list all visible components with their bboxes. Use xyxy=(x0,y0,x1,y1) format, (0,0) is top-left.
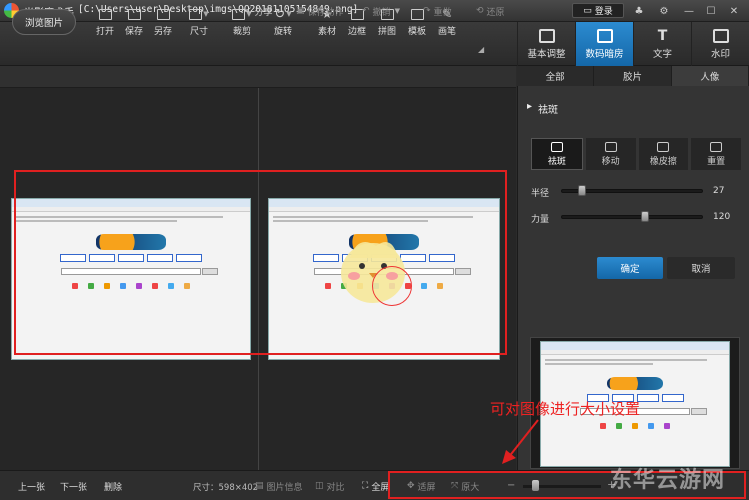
confirm-button[interactable]: 确定 xyxy=(597,257,663,279)
browse-images-button[interactable]: 浏览图片 xyxy=(12,9,76,35)
image-dimensions: 尺寸：598×402 xyxy=(193,483,259,493)
category-tabs: 全部 胶片 人像 xyxy=(517,66,749,86)
size-button[interactable]: ▼ 尺寸 xyxy=(184,4,214,40)
site-logo-icon xyxy=(96,234,166,250)
chevron-right-icon: ▸ xyxy=(527,101,533,112)
image-info-button[interactable]: ▤ 图片信息 xyxy=(255,478,303,494)
disk-icon xyxy=(127,8,141,20)
delete-button[interactable]: 删除 xyxy=(104,478,122,494)
open-button[interactable]: 打开 xyxy=(90,4,120,40)
monitor-icon: ▭ xyxy=(583,5,592,16)
camera-icon xyxy=(596,28,613,43)
minimize-icon[interactable]: — xyxy=(680,3,698,19)
login-button[interactable]: ▭ 登录 xyxy=(572,3,624,18)
radius-value: 27 xyxy=(713,186,725,196)
skin-icon[interactable]: ♣ xyxy=(630,3,648,19)
spot-brush-icon xyxy=(550,141,563,152)
chevron-down-icon: ▼ xyxy=(286,10,292,18)
spot-remove-button[interactable]: 祛斑 xyxy=(531,138,583,170)
reset-icon xyxy=(710,141,723,152)
chevron-down-icon: ▼ xyxy=(203,10,209,18)
share-button[interactable]: ≺ 分享 xyxy=(244,4,273,18)
original-image xyxy=(11,198,251,360)
radius-label: 半径 xyxy=(531,189,550,199)
zoom-slider-thumb[interactable] xyxy=(532,480,539,491)
tab-film[interactable]: 胶片 xyxy=(594,66,672,86)
original-size-icon: ⤧ xyxy=(451,481,459,491)
tab-all[interactable]: 全部 xyxy=(517,66,595,86)
redo-button[interactable]: ↷ 重做 xyxy=(423,4,452,18)
next-image-button[interactable]: 下一张 xyxy=(60,478,87,494)
tab-basic-adjust[interactable]: 基本调整 xyxy=(517,22,575,66)
save-button[interactable]: 保存 xyxy=(119,4,149,40)
tab-text[interactable]: T 文字 xyxy=(633,22,691,66)
move-icon xyxy=(604,141,617,152)
site-watermark: 东华云游网 xyxy=(610,468,726,493)
reset-button[interactable]: 重置 xyxy=(691,138,741,170)
settings-icon[interactable]: ⚙ xyxy=(655,3,673,19)
save-as-icon xyxy=(156,8,170,20)
restore-button[interactable]: ⟲ 还原 xyxy=(476,4,505,18)
save-action-icon: ▣ xyxy=(296,6,305,16)
action-bar xyxy=(0,66,516,88)
info-icon: ▤ xyxy=(255,481,264,491)
restore-icon: ⟲ xyxy=(476,6,484,16)
section-header[interactable]: ▸ 祛斑 xyxy=(527,101,558,116)
strength-slider-thumb[interactable] xyxy=(641,211,650,222)
save-action-button[interactable]: ▣ 保存动作 xyxy=(296,4,344,18)
move-button[interactable]: 移动 xyxy=(585,138,636,170)
chevron-down-icon: ▼ xyxy=(394,7,400,15)
undo-button[interactable]: ↶ 撤销 ▼ xyxy=(362,4,400,18)
share-icon: ≺ xyxy=(244,6,252,16)
folder-icon xyxy=(98,8,112,20)
eraser-icon xyxy=(657,141,670,152)
zoom-out-icon[interactable]: − xyxy=(507,480,515,491)
rotate-icon: ↻ xyxy=(274,6,286,22)
eraser-button[interactable]: 橡皮擦 xyxy=(638,138,689,170)
cancel-button[interactable]: 取消 xyxy=(667,257,735,279)
tab-digital-darkroom[interactable]: 数码暗房 xyxy=(575,22,633,66)
site-logo-icon xyxy=(607,377,663,390)
undo-icon: ↶ xyxy=(362,6,370,16)
strength-value: 120 xyxy=(713,212,731,222)
tab-watermark[interactable]: 水印 xyxy=(691,22,749,66)
strength-label: 力量 xyxy=(531,215,550,225)
strength-slider[interactable] xyxy=(561,211,703,222)
compare-button[interactable]: ◫ 对比 xyxy=(315,478,345,494)
section-title: 祛斑 xyxy=(538,105,559,116)
fit-icon: ✥ xyxy=(407,481,415,491)
radius-slider[interactable] xyxy=(561,185,703,196)
maximize-icon[interactable]: ☐ xyxy=(702,3,720,19)
resize-icon xyxy=(189,8,203,20)
text-icon: T xyxy=(657,27,668,44)
compare-icon: ◫ xyxy=(315,481,324,491)
watermark-icon xyxy=(712,28,729,43)
close-icon[interactable]: ✕ xyxy=(725,3,743,19)
fullscreen-icon: ⛶ xyxy=(362,481,369,491)
brush-cursor-circle xyxy=(372,266,412,306)
fit-screen-button[interactable]: ✥ 适屏 xyxy=(407,478,436,494)
compare-divider xyxy=(258,88,259,470)
tab-portrait[interactable]: 人像 xyxy=(671,66,749,86)
function-tabs: 基本调整 数码暗房 T 文字 水印 xyxy=(517,22,749,66)
original-size-button[interactable]: ⤧ 原大 xyxy=(451,478,479,494)
save-as-button[interactable]: 另存 xyxy=(148,4,178,40)
prev-image-button[interactable]: 上一张 xyxy=(18,478,45,494)
template-icon xyxy=(410,8,424,20)
redo-icon: ↷ xyxy=(423,6,431,16)
radius-slider-thumb[interactable] xyxy=(577,185,586,196)
more-tools-icon[interactable]: ◢ xyxy=(478,45,484,54)
adjust-icon xyxy=(538,28,555,43)
spot-tools: 祛斑 移动 橡皮擦 重置 xyxy=(531,138,741,170)
annotation-arrow-icon xyxy=(502,419,539,464)
fullscreen-button[interactable]: ⛶ 全屏 xyxy=(362,478,389,494)
